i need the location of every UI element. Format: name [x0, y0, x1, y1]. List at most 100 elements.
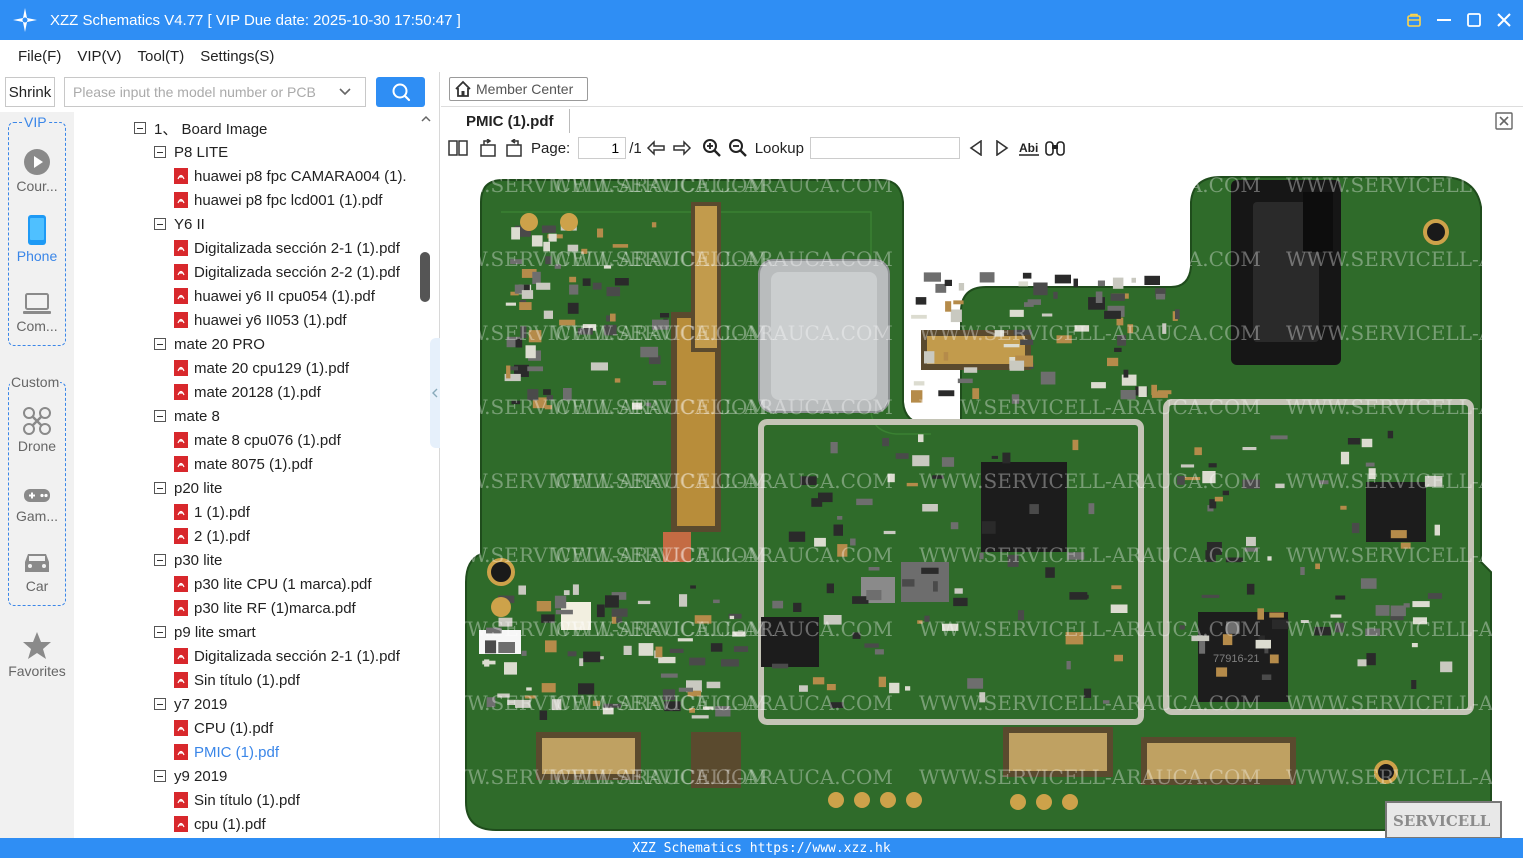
tab-pmic[interactable]: PMIC (1).pdf — [451, 109, 570, 133]
find-prev-icon[interactable] — [966, 136, 986, 160]
tree-folder[interactable]: Y6 II — [154, 212, 205, 236]
watermark-text: WWW.SERVICELL-ARAUCA.COM — [551, 469, 893, 493]
tree-file[interactable]: Digitalizada sección 2-1 (1).pdf — [174, 236, 400, 260]
tree-file[interactable]: PMIC (1).pdf — [174, 740, 279, 764]
next-page-icon[interactable] — [671, 136, 693, 160]
menu-tool[interactable]: Tool(T) — [138, 48, 185, 65]
find-binoculars-icon[interactable] — [1044, 136, 1066, 160]
tree-file[interactable]: mate 8 cpu076 (1).pdf — [174, 428, 341, 452]
find-next-icon[interactable] — [992, 136, 1012, 160]
collapse-toggle-icon[interactable] — [154, 482, 166, 494]
tree-folder[interactable]: p30 lite — [154, 548, 222, 572]
tree-folder[interactable]: mate 8 — [154, 404, 220, 428]
menu-file[interactable]: File(F) — [18, 48, 61, 65]
tree-file[interactable]: huawei p8 fpc CAMARA004 (1). — [174, 164, 407, 188]
tree-file[interactable]: 2 (1).pdf — [174, 524, 250, 548]
zoom-out-icon[interactable] — [727, 136, 749, 160]
tree-file[interactable]: huawei p8 fpc lcd001 (1).pdf — [174, 188, 382, 212]
tree-item-label: huawei p8 fpc CAMARA004 (1). — [194, 167, 407, 185]
tree-file[interactable]: p30 lite RF (1)marca.pdf — [174, 596, 356, 620]
tree-item-label: mate 8 cpu076 (1).pdf — [194, 431, 341, 449]
tree-file[interactable]: p30 lite CPU (1 marca).pdf — [174, 572, 372, 596]
pdf-viewer[interactable]: 77916-21 SERVICELL WWW.SERVICELL-ARAUCA.… — [441, 162, 1523, 838]
tree-file[interactable]: cpu (1).pdf — [174, 812, 266, 836]
category-favorites[interactable]: Favorites — [0, 627, 74, 679]
close-icon[interactable] — [1495, 11, 1513, 29]
tree-item-label: mate 20 cpu129 (1).pdf — [194, 359, 350, 377]
tree-item-label: CPU (1).pdf — [194, 719, 274, 737]
match-case-icon[interactable]: Abi — [1018, 136, 1040, 160]
laptop-icon — [0, 282, 74, 316]
collapse-toggle-icon[interactable] — [154, 554, 166, 566]
search-button[interactable] — [376, 77, 425, 107]
tree-file[interactable]: mate 20 cpu129 (1).pdf — [174, 356, 349, 380]
tree-file[interactable]: Digitalizada sección 2-2 (1).pdf — [174, 260, 400, 284]
category-phone[interactable]: Phone — [0, 212, 74, 264]
collapse-toggle-icon[interactable] — [154, 338, 166, 350]
category-car[interactable]: Car — [0, 542, 74, 594]
tree-scrollbar[interactable] — [420, 112, 434, 838]
tree-file[interactable]: mate 20128 (1).pdf — [174, 380, 321, 404]
maximize-icon[interactable] — [1465, 11, 1483, 29]
watermark-text: WWW.SERVICELL-ARAUCA.COM — [551, 321, 893, 345]
tree-file[interactable]: Digitalizada sección 2-1 (1).pdf — [174, 644, 400, 668]
close-tabs-icon[interactable] — [1495, 112, 1513, 130]
tree-item-label: Digitalizada sección 2-2 (1).pdf — [194, 263, 400, 281]
chevron-down-icon[interactable] — [331, 87, 359, 97]
prev-page-icon[interactable] — [645, 136, 667, 160]
tree-folder[interactable]: p9 lite smart — [154, 620, 256, 644]
category-computer[interactable]: Com... — [0, 282, 74, 334]
tree-file[interactable]: huawei y6 II053 (1).pdf — [174, 308, 347, 332]
tree-file[interactable]: Sin título (1).pdf — [174, 668, 300, 692]
collapse-toggle-icon[interactable] — [154, 146, 166, 158]
tree-file[interactable]: Sin título (1).pdf — [174, 788, 300, 812]
scroll-up-icon[interactable] — [420, 114, 432, 124]
tree-folder[interactable]: p20 lite — [154, 476, 222, 500]
tree-folder[interactable]: P8 LITE — [154, 140, 228, 164]
tree-item-label: p9 lite smart — [174, 623, 256, 641]
page-number-input[interactable] — [578, 137, 627, 159]
vip-bag-icon[interactable] — [1405, 11, 1423, 29]
collapse-toggle-icon[interactable] — [154, 770, 166, 782]
car-icon — [0, 542, 74, 576]
model-search-input[interactable] — [65, 84, 331, 100]
member-center-button[interactable]: Member Center — [449, 77, 588, 101]
panel-collapse-handle[interactable] — [430, 338, 440, 448]
collapse-toggle-icon[interactable] — [154, 410, 166, 422]
menu-settings[interactable]: Settings(S) — [200, 48, 274, 65]
category-drone[interactable]: Drone — [0, 402, 74, 454]
watermark-text: WWW.SERVICELL-ARAUCA.COM — [919, 469, 1261, 493]
collapse-toggle-icon[interactable] — [154, 218, 166, 230]
tree-item-label: Digitalizada sección 2-1 (1).pdf — [194, 647, 400, 665]
zoom-in-icon[interactable] — [701, 136, 723, 160]
main-area: Member Center PMIC (1).pdf Page: /1 Look… — [441, 72, 1523, 838]
category-label: Cour... — [16, 178, 58, 194]
tree-folder[interactable]: y7 2019 — [154, 692, 227, 716]
menu-vip[interactable]: VIP(V) — [77, 48, 121, 65]
member-center-label: Member Center — [476, 81, 574, 97]
lookup-input[interactable] — [809, 137, 960, 159]
two-page-icon[interactable] — [447, 136, 469, 160]
watermark-text: WWW.SERVICELL-ARAUCA.COM — [919, 765, 1261, 789]
scrollbar-thumb[interactable] — [420, 252, 430, 302]
tree-folder[interactable]: y9 2019 — [154, 764, 227, 788]
watermark-text: WWW.SERVICELL-ARAUCA.COM — [919, 173, 1261, 197]
tree-file[interactable]: 1 (1).pdf — [174, 500, 250, 524]
tree-item-label: huawei y6 II053 (1).pdf — [194, 311, 347, 329]
tree-folder[interactable]: 1、 Board Image — [134, 116, 267, 140]
category-game[interactable]: Gam... — [0, 472, 74, 524]
shrink-button[interactable]: Shrink — [5, 77, 55, 107]
rotate-left-icon[interactable] — [477, 136, 499, 160]
collapse-toggle-icon[interactable] — [154, 698, 166, 710]
tree-file[interactable]: CPU (1).pdf — [174, 716, 273, 740]
category-courses[interactable]: Cour... — [0, 142, 74, 194]
pdf-icon — [174, 672, 188, 688]
collapse-toggle-icon[interactable] — [154, 626, 166, 638]
collapse-toggle-icon[interactable] — [134, 122, 146, 134]
tree-item-label: p30 lite RF (1)marca.pdf — [194, 599, 356, 617]
tree-folder[interactable]: mate 20 PRO — [154, 332, 265, 356]
tree-file[interactable]: mate 8075 (1).pdf — [174, 452, 312, 476]
tree-file[interactable]: huawei y6 II cpu054 (1).pdf — [174, 284, 375, 308]
minimize-icon[interactable] — [1435, 11, 1453, 29]
rotate-right-icon[interactable] — [503, 136, 525, 160]
